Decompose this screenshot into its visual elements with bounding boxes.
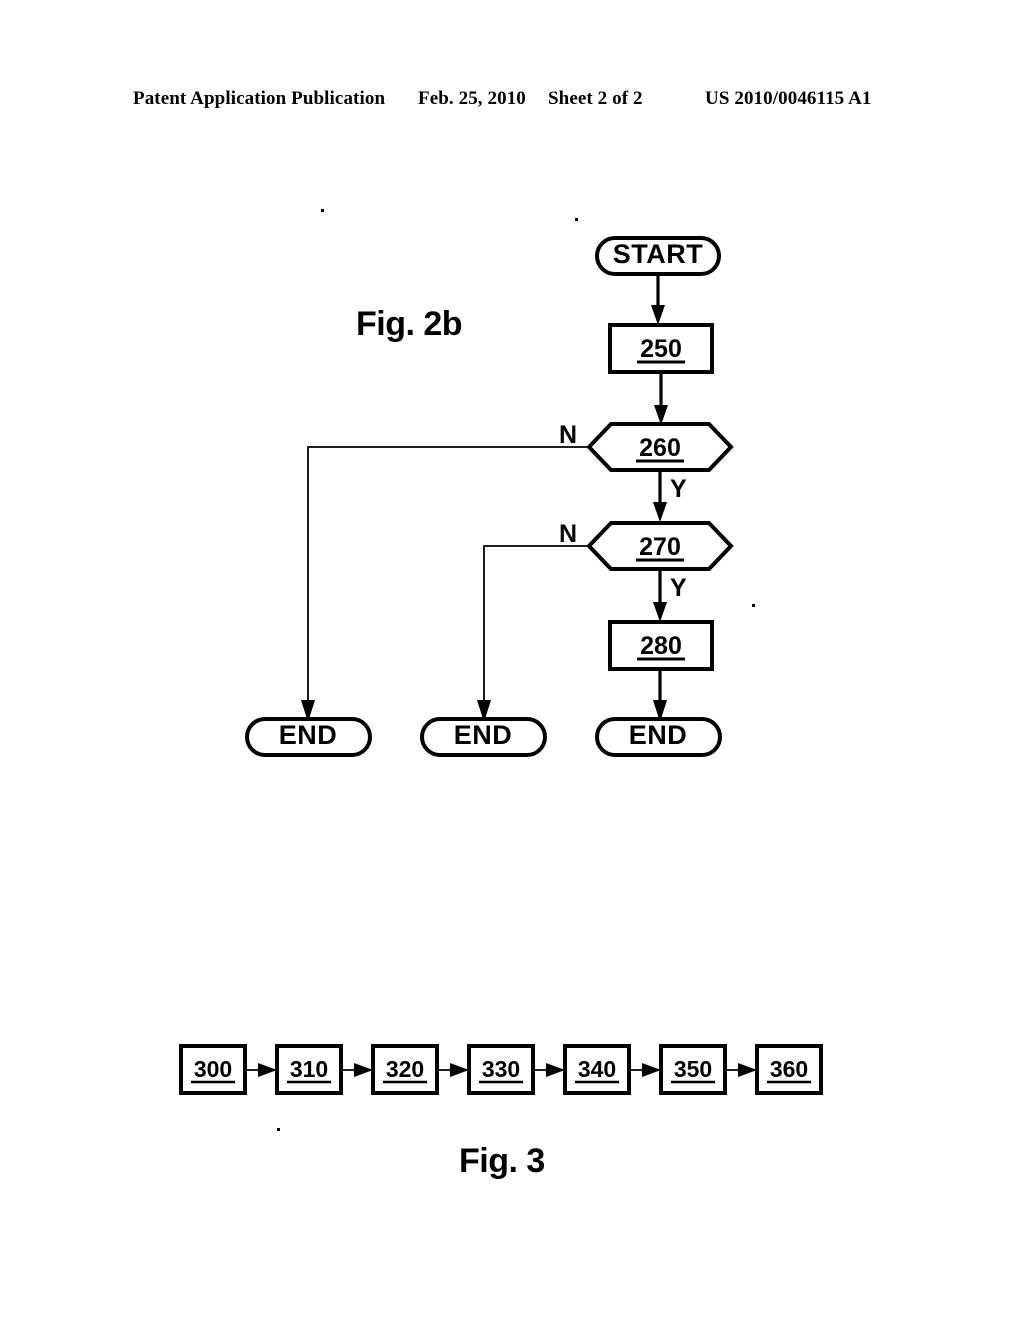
chain-node-360: 360 (755, 1044, 823, 1095)
connector-250-to-260 (654, 372, 668, 425)
connector-260-to-end1 (301, 446, 589, 722)
header-publication: Patent Application Publication (133, 88, 386, 109)
branch-label-y-260: Y (670, 475, 687, 503)
chain-node-320: 320 (371, 1044, 439, 1095)
chain-node-330-label: 330 (482, 1056, 520, 1082)
flow-node-270-label: 270 (639, 533, 681, 561)
flow-node-280: 280 (608, 620, 714, 671)
scan-speck (321, 209, 324, 212)
flow-node-260-label: 260 (639, 434, 681, 462)
branch-label-n-260: N (559, 421, 577, 449)
connector-270-to-end2 (477, 545, 589, 722)
chain-node-310: 310 (275, 1044, 343, 1095)
flow-node-end-2-label: END (454, 720, 513, 750)
scan-speck (575, 218, 578, 221)
chain-node-350: 350 (659, 1044, 727, 1095)
figure-2b-label: Fig. 2b (356, 305, 463, 343)
chain-connector-320-330 (437, 1063, 469, 1077)
flow-node-start-label: START (613, 239, 704, 269)
flow-node-end-2: END (420, 717, 547, 757)
chain-connector-310-320 (341, 1063, 373, 1077)
chain-node-350-label: 350 (674, 1056, 712, 1082)
chain-connector-300-310 (245, 1063, 277, 1077)
connector-260-to-270 (653, 470, 667, 522)
chain-node-340-label: 340 (578, 1056, 616, 1082)
flow-node-280-label: 280 (640, 632, 682, 660)
connector-270-to-280 (653, 569, 667, 622)
chain-node-340: 340 (563, 1044, 631, 1095)
flow-node-end-3-label: END (629, 720, 688, 750)
patent-page: Patent Application Publication Feb. 25, … (0, 0, 1024, 1320)
connector-start-to-250 (651, 274, 665, 325)
branch-label-y-270: Y (670, 574, 687, 602)
chain-node-310-label: 310 (290, 1056, 328, 1082)
chain-node-320-label: 320 (386, 1056, 424, 1082)
scan-speck (752, 604, 755, 607)
header-sheet: Sheet 2 of 2 (548, 88, 643, 109)
chain-connector-330-340 (533, 1063, 565, 1077)
chain-node-300: 300 (179, 1044, 247, 1095)
figure-3-label: Fig. 3 (459, 1142, 545, 1180)
flow-node-270: 270 (586, 521, 734, 571)
chain-connector-350-360 (725, 1063, 757, 1077)
chain-node-300-label: 300 (194, 1056, 232, 1082)
flow-node-250: 250 (608, 323, 714, 374)
chain-connector-340-350 (629, 1063, 661, 1077)
figure-drawing-canvas: START 250 260 N Y 270 N Y 280 END END EN… (179, 209, 823, 1131)
flow-node-end-1-label: END (279, 720, 338, 750)
flow-node-start: START (595, 236, 721, 276)
flow-node-250-label: 250 (640, 335, 682, 363)
flow-node-end-1: END (245, 717, 372, 757)
header-patent-number: US 2010/0046115 A1 (705, 88, 872, 109)
branch-label-n-270: N (559, 520, 577, 548)
header-date: Feb. 25, 2010 (418, 88, 526, 109)
chain-node-360-label: 360 (770, 1056, 808, 1082)
flow-node-end-3: END (595, 717, 722, 757)
connector-280-to-end3 (653, 669, 667, 722)
chain-node-330: 330 (467, 1044, 535, 1095)
flow-node-260: 260 (586, 422, 734, 472)
scan-speck (277, 1128, 280, 1131)
